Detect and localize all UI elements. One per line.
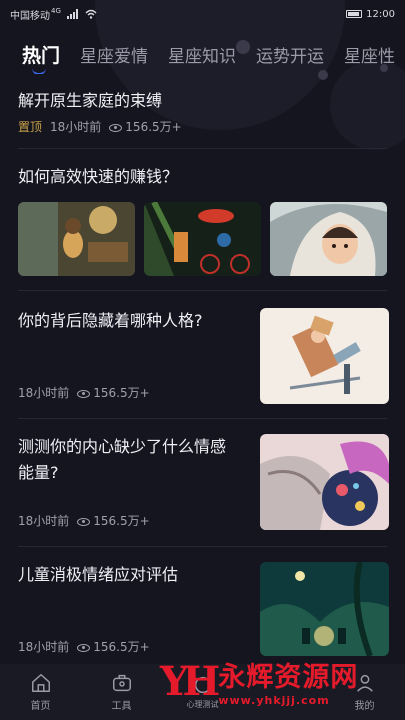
- item-meta: 18小时前 156.5万+: [18, 638, 150, 655]
- watermark-url: www.yhkjjj.com: [218, 694, 330, 707]
- wifi-icon: [85, 9, 97, 19]
- tab-knowledge[interactable]: 星座知识: [148, 42, 236, 67]
- view-count: 156.5万+: [77, 384, 150, 401]
- item-meta: 置顶 18小时前 156.5万+: [18, 118, 182, 135]
- pinned-badge: 置顶: [18, 120, 43, 134]
- item-time: 18小时前: [50, 120, 102, 134]
- network-type: 4G: [51, 7, 61, 15]
- watermark-text: 永辉资源网 www.yhkjjj.com: [218, 655, 358, 707]
- item-meta: 18小时前 156.5万+: [18, 384, 150, 401]
- item-title: 测测你的内心缺少了什么情感能量?: [18, 437, 227, 482]
- divider: [18, 290, 387, 291]
- watermark-logo: YH: [160, 657, 220, 705]
- item-title: 你的背后隐藏着哪种人格?: [18, 311, 203, 330]
- eye-icon: [109, 123, 123, 132]
- view-count: 156.5万+: [77, 638, 150, 655]
- signal-icon: [66, 9, 78, 19]
- item-time: 18小时前: [18, 386, 70, 400]
- thumbnail-image: [260, 434, 389, 530]
- divider: [18, 148, 387, 149]
- carrier-name: 中国移动: [10, 10, 50, 22]
- divider: [18, 546, 387, 547]
- view-count: 156.5万+: [109, 118, 182, 135]
- eye-icon: [77, 643, 91, 652]
- view-count: 156.5万+: [77, 512, 150, 529]
- tab-fortune[interactable]: 运势开运: [236, 42, 324, 67]
- item-meta: 18小时前 156.5万+: [18, 512, 150, 529]
- nav-tools-label: 工具: [111, 701, 132, 712]
- tab-love[interactable]: 星座爱情: [60, 42, 148, 67]
- watermark: YH 永辉资源网 www.yhkjjj.com: [160, 655, 358, 708]
- thumbnail-image: [18, 202, 135, 276]
- eye-icon: [77, 517, 91, 526]
- thumbnail-image: [260, 308, 389, 404]
- thumbnail-image: [260, 562, 389, 656]
- home-icon: [31, 674, 50, 692]
- thumbnail-image: [270, 202, 387, 276]
- tab-personality[interactable]: 星座性: [324, 42, 395, 67]
- view-count-value: 156.5万+: [93, 514, 150, 528]
- watermark-title: 永辉资源网: [218, 662, 359, 693]
- toolbox-icon: [112, 674, 131, 692]
- item-time: 18小时前: [18, 514, 70, 528]
- item-title: 解开原生家庭的束缚: [18, 91, 163, 110]
- thumbnail-image: [144, 202, 261, 276]
- clock: 12:00: [366, 8, 395, 20]
- view-count-value: 156.5万+: [125, 120, 182, 134]
- status-left: 中国移动 4G: [10, 7, 97, 22]
- status-bar: 中国移动 4G 12:00: [0, 0, 405, 28]
- item-title: 如何高效快速的赚钱？: [18, 167, 179, 186]
- category-tabs: 热门 星座爱情 星座知识 运势开运 星座性: [0, 34, 405, 74]
- nav-home[interactable]: 首页: [0, 672, 81, 712]
- status-right: 12:00: [346, 9, 395, 20]
- battery-icon: [346, 10, 363, 18]
- item-time: 18小时前: [18, 640, 70, 654]
- view-count-value: 156.5万+: [93, 386, 150, 400]
- nav-home-label: 首页: [30, 701, 51, 712]
- view-count-value: 156.5万+: [93, 640, 150, 654]
- tab-hot[interactable]: 热门: [0, 41, 60, 74]
- item-title: 儿童消极情绪应对评估: [18, 565, 179, 584]
- nav-tools[interactable]: 工具: [81, 672, 162, 712]
- eye-icon: [77, 389, 91, 398]
- divider: [18, 418, 387, 419]
